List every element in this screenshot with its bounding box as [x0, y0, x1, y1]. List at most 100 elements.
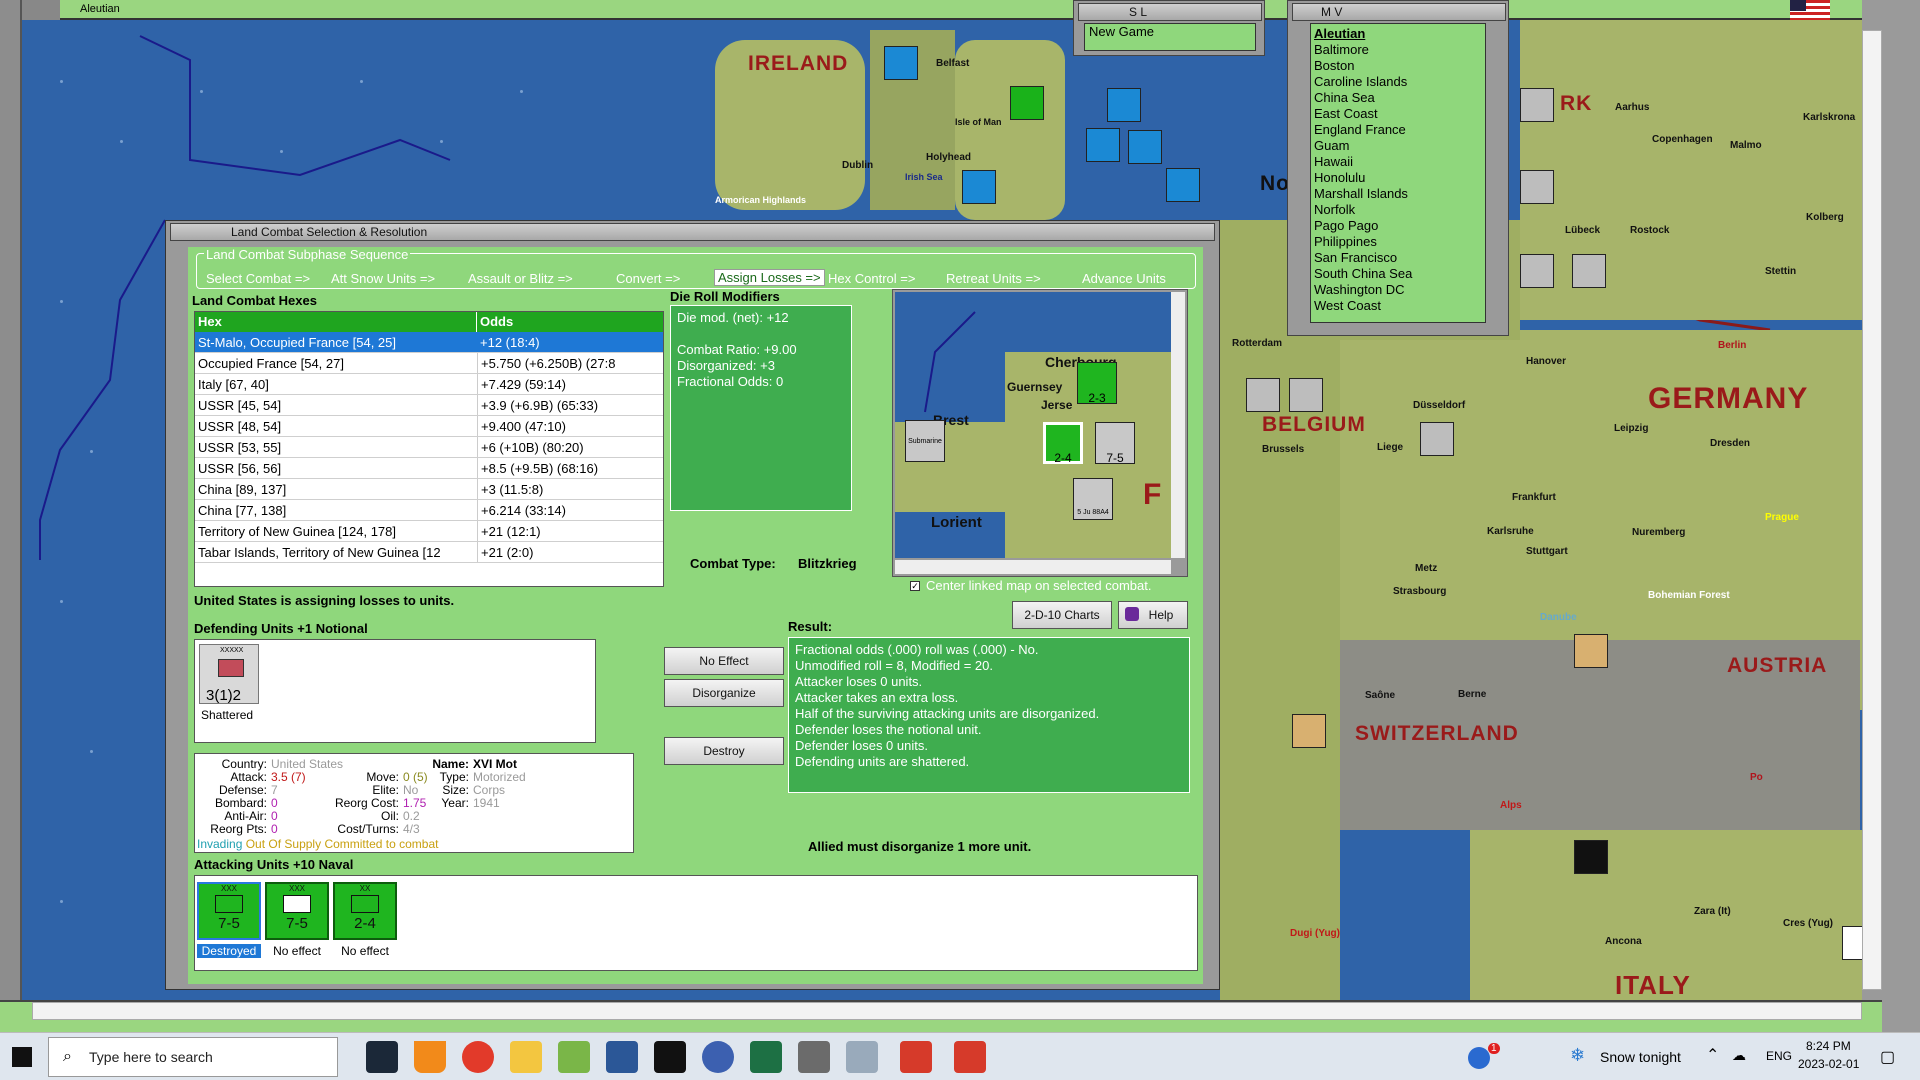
minimap-vscroll[interactable]: [1171, 292, 1185, 558]
map-counter[interactable]: [1520, 170, 1554, 204]
minimap-label-guernsey: Guernsey: [1007, 380, 1063, 394]
help-tray-icon[interactable]: [1468, 1047, 1490, 1069]
file-explorer-icon[interactable]: [510, 1041, 542, 1073]
hex-row[interactable]: Territory of New Guinea [124, 178] +21 (1…: [195, 521, 663, 542]
attacking-units-list[interactable]: XXX 7-5 Destroyed XXX 7-5 No effect XX 2…: [194, 875, 1198, 971]
hex-row[interactable]: China [77, 138] +6.214 (33:14): [195, 500, 663, 521]
mv-item[interactable]: South China Sea: [1314, 266, 1482, 282]
mv-item[interactable]: Baltimore: [1314, 42, 1482, 58]
map-horizontal-scrollbar[interactable]: [32, 1002, 1862, 1020]
language-indicator[interactable]: ENG: [1766, 1049, 1792, 1063]
hex-row-selected[interactable]: St-Malo, Occupied France [54, 25] +12 (18…: [195, 332, 663, 353]
attacker-counter[interactable]: XX 2-4: [333, 882, 397, 940]
map-counter[interactable]: [1246, 378, 1280, 412]
windows-start-icon[interactable]: [12, 1047, 32, 1067]
weather-label[interactable]: Snow tonight: [1600, 1049, 1681, 1065]
clock-date[interactable]: 2023-02-01: [1798, 1057, 1859, 1071]
vlc-icon[interactable]: [414, 1041, 446, 1073]
map-counter[interactable]: [1086, 128, 1120, 162]
die-line: Combat Ratio: +9.00: [677, 342, 797, 357]
game-icon-2[interactable]: [954, 1041, 986, 1073]
mv-item[interactable]: San Francisco: [1314, 250, 1482, 266]
map-counter[interactable]: [1010, 86, 1044, 120]
hex-row[interactable]: Tabar Islands, Territory of New Guinea […: [195, 542, 663, 563]
minimap-counter[interactable]: Submarine: [905, 420, 945, 462]
hex-row[interactable]: Occupied France [54, 27] +5.750 (+6.250B)…: [195, 353, 663, 374]
minimap-counter[interactable]: 7-5: [1095, 422, 1135, 465]
mv-item[interactable]: England France: [1314, 122, 1482, 138]
map-counter[interactable]: [1420, 422, 1454, 456]
no-effect-button[interactable]: No Effect: [664, 647, 784, 675]
map-counter[interactable]: [1574, 634, 1608, 668]
notepad-icon[interactable]: [558, 1041, 590, 1073]
hex-row[interactable]: USSR [48, 54] +9.400 (47:10): [195, 416, 663, 437]
mv-item[interactable]: East Coast: [1314, 106, 1482, 122]
hex-row[interactable]: USSR [45, 54] +3.9 (+6.9B) (65:33): [195, 395, 663, 416]
odds-column-header[interactable]: Odds: [477, 312, 641, 332]
mv-item[interactable]: Norfolk: [1314, 202, 1482, 218]
hex-row[interactable]: Italy [67, 40] +7.429 (59:14): [195, 374, 663, 395]
mv-item[interactable]: Pago Pago: [1314, 218, 1482, 234]
mv-item[interactable]: Washington DC: [1314, 282, 1482, 298]
help-button[interactable]: Help: [1118, 601, 1188, 629]
map-counter[interactable]: [1166, 168, 1200, 202]
taskbar-search[interactable]: ⌕ Type here to search: [48, 1037, 338, 1077]
defending-unit-counter[interactable]: XXXXX 3(1)2: [199, 644, 259, 704]
minimap-counter-selected[interactable]: 2-4: [1043, 422, 1083, 465]
mv-item[interactable]: Hawaii: [1314, 154, 1482, 170]
onedrive-icon[interactable]: ☁: [1732, 1047, 1746, 1064]
hex-row[interactable]: USSR [53, 55] +6 (+10B) (80:20): [195, 437, 663, 458]
minimap-counter[interactable]: 5 Ju 88A4: [1073, 478, 1113, 520]
map-vertical-scrollbar[interactable]: [1862, 30, 1882, 990]
mv-item[interactable]: Caroline Islands: [1314, 74, 1482, 90]
map-counter[interactable]: [1574, 840, 1608, 874]
clock-time[interactable]: 8:24 PM: [1806, 1039, 1851, 1053]
mv-item[interactable]: China Sea: [1314, 90, 1482, 106]
window-icon[interactable]: [846, 1041, 878, 1073]
attacker-counter[interactable]: XXX 7-5: [265, 882, 329, 940]
destroy-button[interactable]: Destroy: [664, 737, 784, 765]
app-icon[interactable]: [702, 1041, 734, 1073]
netflix-icon[interactable]: [654, 1041, 686, 1073]
map-counter[interactable]: [884, 46, 918, 80]
linked-minimap[interactable]: Cherbourg Guernsey Jerse Brest Lorient F…: [892, 289, 1188, 577]
hex-row[interactable]: USSR [56, 56] +8.5 (+9.5B) (68:16): [195, 458, 663, 479]
minimap-counter[interactable]: 2-3: [1077, 362, 1117, 405]
excel-icon[interactable]: [750, 1041, 782, 1073]
map-counter[interactable]: [1289, 378, 1323, 412]
hex-row[interactable]: China [89, 137] +3 (11.5:8): [195, 479, 663, 500]
map-counter[interactable]: [1128, 130, 1162, 164]
map-counter[interactable]: [1107, 88, 1141, 122]
minimap-view[interactable]: Cherbourg Guernsey Jerse Brest Lorient F…: [895, 292, 1171, 558]
steam-icon[interactable]: [366, 1041, 398, 1073]
mv-list[interactable]: Aleutian Baltimore Boston Caroline Islan…: [1310, 23, 1486, 323]
mv-item[interactable]: West Coast: [1314, 298, 1482, 314]
minimap-hscroll[interactable]: [895, 560, 1171, 574]
defending-units-list[interactable]: XXXXX 3(1)2 Shattered: [194, 639, 596, 743]
mv-item[interactable]: Philippines: [1314, 234, 1482, 250]
map-counter[interactable]: [1292, 714, 1326, 748]
map-counter[interactable]: [1572, 254, 1606, 288]
mv-item[interactable]: Aleutian: [1314, 26, 1482, 42]
hex-column-header[interactable]: Hex: [195, 312, 477, 332]
chrome-icon[interactable]: [462, 1041, 494, 1073]
hexes-list[interactable]: Hex Odds St-Malo, Occupied France [54, 25…: [194, 311, 664, 587]
map-counter[interactable]: [1520, 254, 1554, 288]
map-counter[interactable]: [1520, 88, 1554, 122]
notification-icon[interactable]: ▢: [1880, 1047, 1895, 1067]
city-rostock: Rostock: [1630, 225, 1670, 236]
mv-item[interactable]: Marshall Islands: [1314, 186, 1482, 202]
disorganize-button[interactable]: Disorganize: [664, 679, 784, 707]
sl-list-item[interactable]: New Game: [1084, 23, 1256, 51]
mv-item[interactable]: Boston: [1314, 58, 1482, 74]
map-counter[interactable]: [962, 170, 996, 204]
linked-map-checkbox[interactable]: ✓: [910, 581, 920, 591]
game-icon[interactable]: [900, 1041, 932, 1073]
mv-item[interactable]: Honolulu: [1314, 170, 1482, 186]
charts-button[interactable]: 2-D-10 Charts: [1012, 601, 1112, 629]
mv-item[interactable]: Guam: [1314, 138, 1482, 154]
attacker-counter[interactable]: XXX 7-5: [197, 882, 261, 940]
calculator-icon[interactable]: [798, 1041, 830, 1073]
word-icon[interactable]: [606, 1041, 638, 1073]
chevron-up-icon[interactable]: ⌃: [1706, 1045, 1719, 1065]
